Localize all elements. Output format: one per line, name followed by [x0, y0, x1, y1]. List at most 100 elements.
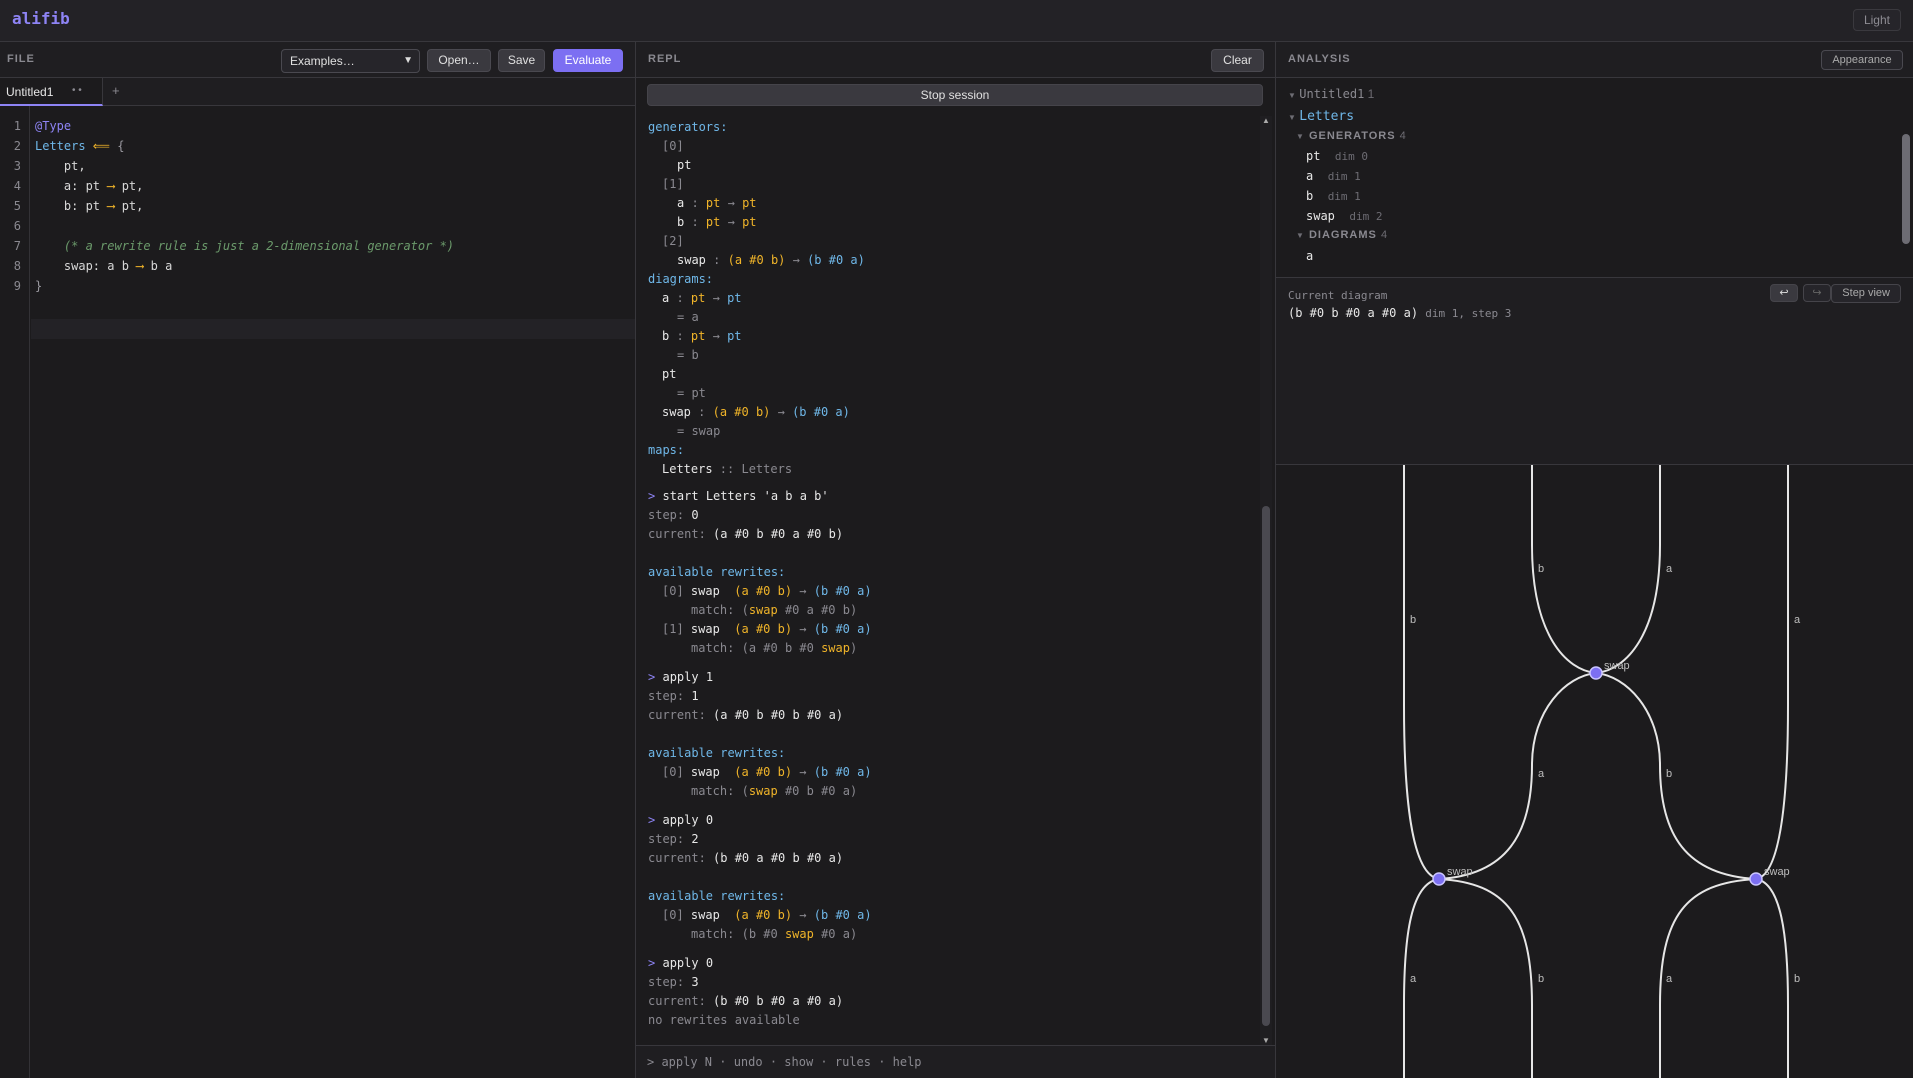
- wire: [1438, 672, 1597, 880]
- wire-label: b: [1538, 563, 1544, 575]
- command-apply: > apply 0: [648, 813, 714, 827]
- scroll-up-icon[interactable]: ▲: [1262, 116, 1270, 125]
- tab-status-dots[interactable]: • •: [72, 85, 82, 96]
- available-rewrites-heading: available rewrites:: [648, 565, 786, 579]
- diagram-equals: = swap: [677, 424, 721, 438]
- active-line-highlight: [31, 319, 635, 339]
- stop-session-button[interactable]: Stop session: [647, 84, 1263, 106]
- wire-label: b: [1538, 973, 1544, 985]
- tab-bar: Untitled1 • • +: [0, 78, 635, 106]
- tree-item-diagram[interactable]: a: [1306, 249, 1313, 263]
- tree-item-letters[interactable]: ▼ Letters: [1288, 109, 1354, 124]
- wire: [1755, 465, 1789, 880]
- command-start: > start Letters 'a b a b': [648, 489, 829, 503]
- undo-icon[interactable]: ↩: [1770, 284, 1798, 302]
- clear-button[interactable]: Clear: [1211, 49, 1264, 72]
- wire-label: a: [1666, 563, 1673, 575]
- code-line-3: pt,: [35, 159, 86, 173]
- line-number: 6: [13, 219, 21, 233]
- generator-entry: pt: [677, 158, 692, 172]
- current-line: current: (a #0 b #0 a #0 b): [648, 527, 844, 541]
- current-line: current: (b #0 b #0 a #0 a): [648, 994, 844, 1008]
- wire: [1755, 878, 1789, 1078]
- swap-node: [1432, 872, 1446, 886]
- generator-entry: b : pt → pt: [677, 215, 757, 229]
- diagrams-heading: diagrams:: [648, 272, 714, 286]
- scroll-thumb[interactable]: [1262, 506, 1270, 1026]
- scroll-thumb[interactable]: [1902, 134, 1910, 244]
- analysis-title: ANALYSIS: [1288, 53, 1351, 65]
- save-button[interactable]: Save: [498, 49, 545, 72]
- tree-group-diagrams[interactable]: ▼ DIAGRAMS 4: [1296, 229, 1388, 241]
- string-diagram[interactable]: swap swap swap b b a a a b a b a b: [1276, 465, 1913, 1078]
- wire-label: a: [1538, 768, 1545, 780]
- wire: [1438, 878, 1533, 1078]
- definition-arrow: ⟸: [85, 139, 118, 153]
- maps-heading: maps:: [648, 443, 685, 457]
- tree-item-generator[interactable]: a dim 1: [1306, 169, 1361, 183]
- theme-toggle-button[interactable]: Light: [1852, 9, 1901, 31]
- redo-icon[interactable]: ↪: [1803, 284, 1831, 302]
- wire: [1595, 465, 1661, 674]
- current-diagram-expression: (b #0 b #0 a #0 a) dim 1, step 3: [1288, 306, 1512, 320]
- diagram-equals: = a: [677, 310, 699, 324]
- generator-index: [1]: [662, 177, 684, 191]
- tree-item-generator[interactable]: b dim 1: [1306, 189, 1361, 203]
- code-line-9: }: [35, 279, 43, 293]
- code-editor[interactable]: 1 2 3 4 5 6 7 8 9 @Type Letters ⟸ { pt, …: [0, 106, 635, 1078]
- step-line: step: 3: [648, 975, 699, 989]
- command-apply: > apply 0: [648, 956, 714, 970]
- available-rewrites-heading: available rewrites:: [648, 746, 786, 760]
- open-button[interactable]: Open…: [427, 49, 491, 72]
- line-number: 4: [13, 179, 21, 193]
- wire-label: b: [1410, 614, 1416, 626]
- generator-index: [0]: [662, 139, 684, 153]
- add-tab-button[interactable]: +: [112, 83, 120, 98]
- code-line-1: @Type: [35, 119, 72, 133]
- code-text: pt,: [114, 199, 144, 213]
- code-line-5: b: pt ⟶ pt,: [35, 199, 144, 213]
- repl-scrollbar[interactable]: ▲ ▼: [1260, 116, 1272, 1045]
- examples-select-value: Examples…: [290, 54, 355, 68]
- step-view-button[interactable]: Step view: [1831, 284, 1901, 303]
- app-logo[interactable]: alifib: [12, 9, 70, 28]
- current-diagram-label: Current diagram: [1288, 289, 1388, 302]
- repl-output: generators: [0] pt [1] a : pt → pt b : p…: [636, 112, 1256, 1045]
- repl-input-placeholder: > apply N · undo · show · rules · help: [647, 1055, 922, 1069]
- generator-entry: swap : (a #0 b) → (b #0 a): [677, 253, 865, 267]
- scroll-down-icon[interactable]: ▼: [1262, 1036, 1270, 1045]
- line-number: 3: [13, 159, 21, 173]
- chevron-down-icon: ▼: [403, 55, 413, 66]
- code-line-4: a: pt ⟶ pt,: [35, 179, 144, 193]
- diagram-entry: pt: [662, 367, 677, 381]
- wire-label: b: [1794, 973, 1800, 985]
- repl-input[interactable]: > apply N · undo · show · rules · help: [636, 1045, 1275, 1078]
- examples-select[interactable]: Examples… ▼: [281, 49, 420, 73]
- caret-down-icon: ▼: [1288, 91, 1296, 100]
- file-title: FILE: [7, 53, 35, 65]
- tab-untitled1[interactable]: Untitled1 • •: [0, 78, 103, 106]
- step-line: step: 0: [648, 508, 699, 522]
- evaluate-button[interactable]: Evaluate: [553, 49, 623, 72]
- line-number: 5: [13, 199, 21, 213]
- code-text: b a: [143, 259, 173, 273]
- string-diagram-svg: swap swap swap b b a a a b a b a b: [1403, 465, 1801, 1078]
- top-bar: alifib Light: [0, 0, 1913, 42]
- code-text: swap: a b: [35, 259, 137, 273]
- current-diagram-panel: Current diagram (b #0 b #0 a #0 a) dim 1…: [1276, 278, 1913, 465]
- line-number: 8: [13, 259, 21, 273]
- tree-item-untitled1[interactable]: ▼ Untitled1 1: [1288, 87, 1374, 101]
- wire: [1659, 878, 1757, 1078]
- file-header: FILE Examples… ▼ Open… Save Evaluate: [0, 42, 635, 78]
- code-line-7: (* a rewrite rule is just a 2-dimensiona…: [35, 239, 455, 253]
- line-number: 9: [13, 279, 21, 293]
- appearance-button[interactable]: Appearance: [1821, 50, 1903, 70]
- rewrite-match: match: (b #0 swap #0 a): [691, 927, 858, 941]
- no-rewrites-message: no rewrites available: [648, 1013, 800, 1027]
- tree-item-generator[interactable]: pt dim 0: [1306, 149, 1368, 163]
- line-number: 2: [13, 139, 21, 153]
- tree-item-generator[interactable]: swap dim 2: [1306, 209, 1382, 223]
- tree-group-generators[interactable]: ▼ GENERATORS 4: [1296, 130, 1407, 142]
- rewrite-entry: [1] swap (a #0 b) → (b #0 a): [662, 622, 872, 636]
- type-name: Letters: [35, 139, 86, 153]
